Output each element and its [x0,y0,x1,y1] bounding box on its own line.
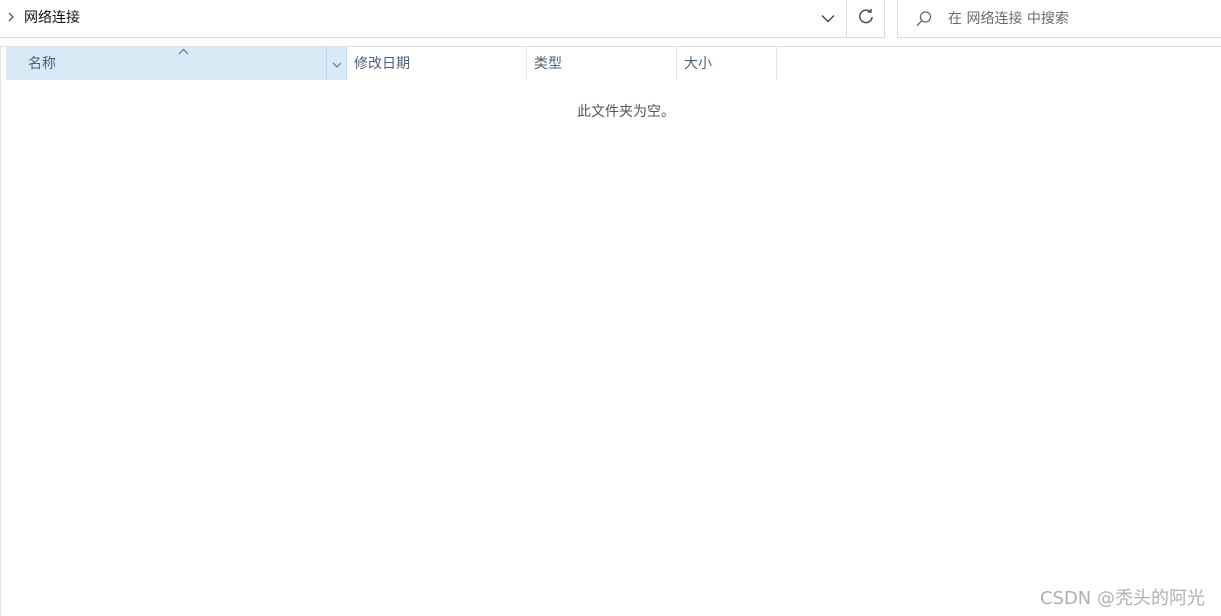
column-header-size-label: 大小 [684,56,712,72]
refresh-icon [857,8,875,30]
empty-folder-message: 此文件夹为空。 [577,104,675,120]
column-header-date-modified[interactable]: 修改日期 [347,47,527,80]
breadcrumb-network-connections[interactable]: 网络连接 [24,8,80,28]
search-input[interactable] [948,8,1208,30]
column-header-row: 名称 修改日期 类型 大小 [6,47,786,80]
address-history-dropdown[interactable] [812,0,844,38]
column-filter-dropdown[interactable] [326,47,347,80]
column-header-size[interactable]: 大小 [677,47,777,80]
chevron-right-icon[interactable] [5,8,17,28]
top-bar: 网络连接 [0,0,1221,40]
column-header-type[interactable]: 类型 [527,47,677,80]
watermark: CSDN @秃头的阿光 [1039,588,1205,609]
sort-ascending-icon [177,46,189,56]
column-header-name[interactable]: 名称 [6,47,347,80]
file-list-pane[interactable]: 名称 修改日期 类型 大小 此文件夹为空。 [0,46,1221,616]
column-header-date-modified-label: 修改日期 [354,56,410,72]
chevron-down-icon [332,56,342,72]
column-header-type-label: 类型 [534,56,562,72]
column-header-name-label: 名称 [28,56,56,72]
search-box[interactable] [897,0,1221,38]
refresh-button[interactable] [846,0,884,38]
address-bar[interactable]: 网络连接 [0,0,885,38]
chevron-down-icon [821,11,835,27]
search-icon [914,9,934,29]
